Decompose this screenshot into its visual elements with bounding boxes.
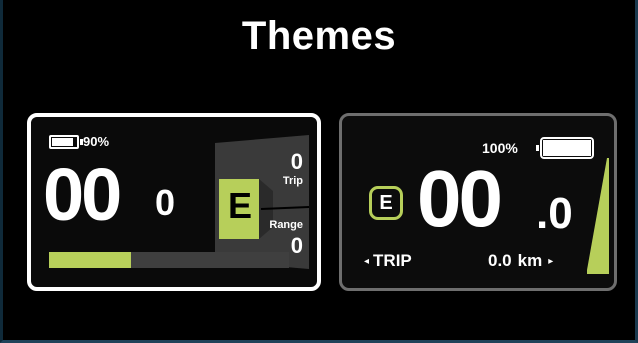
theme-card-2[interactable]: 100% E 00 .0 ◂ TRIP 0.0 km ▸ — [339, 113, 617, 291]
distance-readout: 0.0 km ▸ — [488, 251, 553, 271]
trip-selector: ◂ TRIP — [364, 251, 412, 271]
theme-card-1[interactable]: 90% 00 0 E 0 Trip Range 0 — [27, 113, 321, 291]
page-title: Themes — [241, 14, 397, 58]
speed-integer: 00 — [417, 154, 503, 243]
trip-label: TRIP — [373, 251, 412, 270]
assist-mode-indicator: E — [227, 185, 252, 226]
speed-decimal: 0 — [155, 182, 176, 223]
distance-unit: km — [517, 251, 543, 270]
assist-mode-indicator: E — [369, 186, 403, 220]
assist-level-bar — [49, 252, 289, 268]
battery-percent: 90% — [83, 134, 110, 149]
range-label: Range — [269, 219, 303, 231]
distance-value: 0.0 — [488, 251, 512, 270]
speed-decimal: .0 — [536, 189, 573, 238]
left-arrow-icon: ◂ — [364, 255, 370, 267]
trip-value: 0 — [290, 149, 303, 174]
trip-label: Trip — [282, 175, 303, 187]
power-ramp-gauge — [587, 158, 609, 274]
battery-icon — [49, 135, 83, 149]
range-value: 0 — [290, 233, 303, 258]
speed-integer: 00 — [43, 153, 122, 236]
right-arrow-icon: ▸ — [548, 255, 554, 267]
assist-level-fill — [49, 252, 131, 268]
battery-icon — [536, 137, 594, 159]
assist-mode-letter: E — [379, 192, 393, 214]
